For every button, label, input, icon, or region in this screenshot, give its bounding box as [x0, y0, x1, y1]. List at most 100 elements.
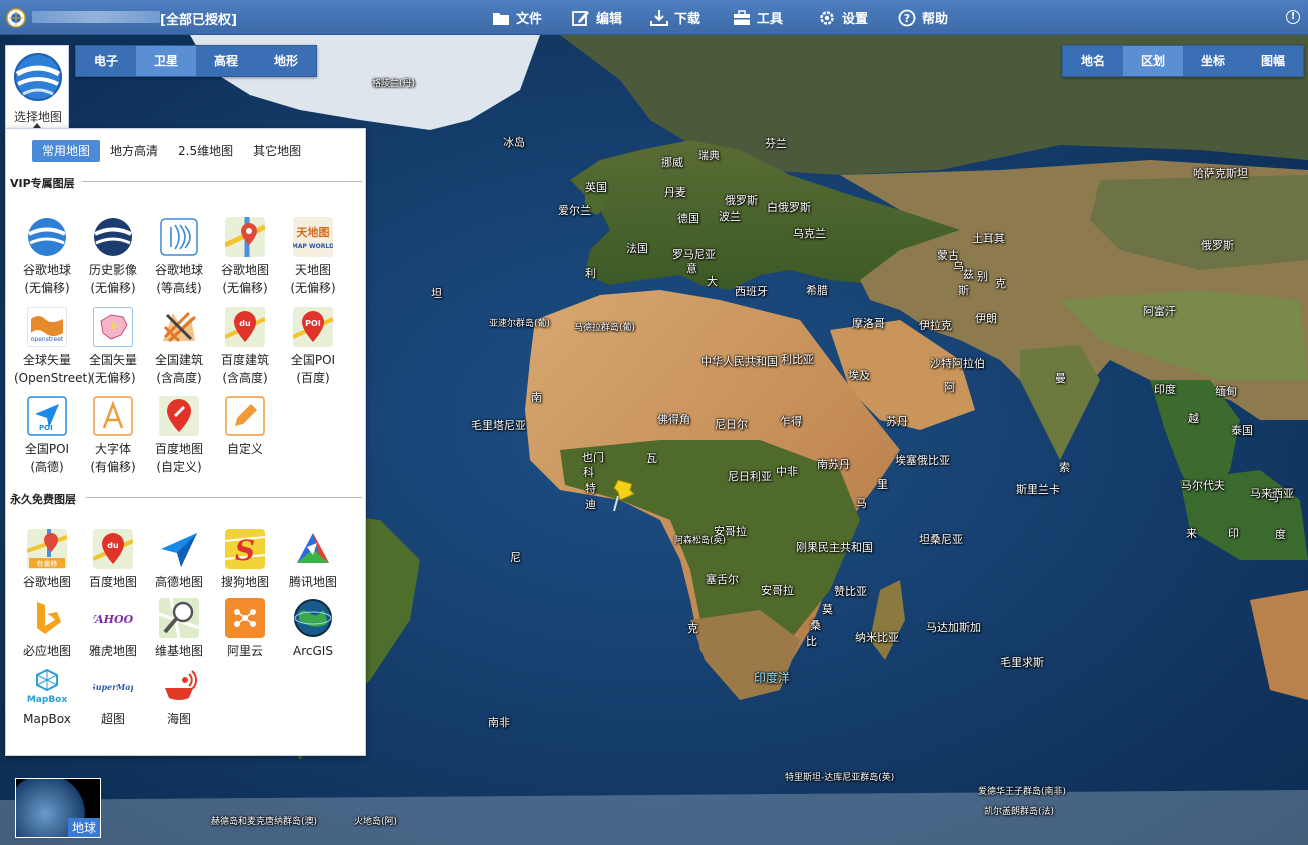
menu-help[interactable]: ? 帮助: [898, 0, 948, 35]
menu-download[interactable]: 下载: [650, 0, 700, 35]
tab-elevation[interactable]: 高程: [196, 46, 256, 76]
panel-tab-common[interactable]: 常用地图: [32, 140, 101, 162]
tab-electronic[interactable]: 电子: [76, 46, 136, 76]
baidu-map-icon: du: [93, 529, 133, 569]
layer-name: 百度地图: [154, 442, 203, 456]
menu-tools[interactable]: 工具: [733, 0, 783, 35]
map-pin-icon[interactable]: [612, 478, 636, 512]
layer-name: 谷歌地图: [22, 575, 71, 589]
map-place-label: 坦: [431, 287, 442, 300]
free-layer-wiki-map[interactable]: 维基地图: [146, 598, 212, 660]
free-layer-sogou-map[interactable]: S 搜狗地图: [212, 529, 278, 591]
vip-layer-history-imagery[interactable]: 历史影像 (无偏移): [80, 217, 146, 297]
vip-layer-building[interactable]: 全国建筑 (含高度): [146, 307, 212, 387]
map-place-label: 曼: [1055, 372, 1066, 385]
menu-tools-label: 工具: [757, 12, 784, 27]
menu-help-label: 帮助: [922, 12, 949, 27]
china-vector-icon: [93, 307, 133, 347]
layer-name: 阿里云: [226, 644, 263, 658]
tab-place-names[interactable]: 地名: [1063, 46, 1123, 76]
contour-icon: [159, 217, 199, 257]
free-layer-aliyun[interactable]: 阿里云: [212, 598, 278, 660]
free-layer-supermap[interactable]: SuperMap 超图: [80, 666, 146, 728]
aliyun-icon: [225, 598, 265, 638]
layer-note: (无偏移): [90, 281, 136, 295]
menu-edit[interactable]: 编辑: [572, 0, 622, 35]
openstreet-icon: openstreet: [27, 307, 67, 347]
free-layer-bing-map[interactable]: 必应地图: [14, 598, 80, 660]
select-map-button[interactable]: 选择地图: [5, 45, 69, 129]
vip-layer-poi-baidu[interactable]: POI 全国POI (百度): [280, 307, 346, 387]
panel-tab-2-5d[interactable]: 2.5维地图: [168, 140, 243, 162]
free-layer-arcgis[interactable]: ArcGIS: [280, 598, 346, 660]
free-layer-yahoo-map[interactable]: YAHOO! 雅虎地图: [80, 598, 146, 660]
tab-satellite[interactable]: 卫星: [136, 46, 196, 76]
vip-layer-contour[interactable]: 谷歌地球 (等高线): [146, 217, 212, 297]
layer-name: 海图: [166, 712, 191, 726]
map-place-label: 度: [1275, 528, 1286, 541]
vip-layer-google-maps[interactable]: 谷歌地图 (无偏移): [212, 217, 278, 297]
tab-terrain[interactable]: 地形: [256, 46, 316, 76]
map-place-label: 佛得角: [657, 413, 690, 426]
map-place-label: 波兰: [719, 210, 741, 223]
gear-icon: [820, 10, 834, 25]
vip-layer-tianditu[interactable]: 天地图 MAP WORLD 天地图 (无偏移): [280, 217, 346, 297]
vip-layer-baidu-custom[interactable]: 百度地图 (自定义): [146, 396, 212, 476]
layer-name: 雅虎地图: [88, 644, 137, 658]
map-place-label: 伊朗: [975, 312, 997, 325]
info-icon[interactable]: !: [1286, 10, 1300, 24]
svg-text:openstreet: openstreet: [31, 336, 64, 343]
map-place-label: 阿森松岛(英): [674, 536, 727, 546]
redacted-account-name: [32, 11, 160, 23]
free-layer-tencent-map[interactable]: 腾讯地图: [280, 529, 346, 591]
license-status: [全部已授权]: [160, 13, 237, 28]
toolbox-icon: [734, 9, 750, 25]
vip-layer-china-vector[interactable]: 全国矢量 (无偏移): [80, 307, 146, 387]
google-maps-icon: [225, 217, 265, 257]
map-place-label: 南非: [488, 716, 510, 729]
edit-icon: [572, 10, 589, 26]
tencent-map-icon: [293, 529, 333, 569]
map-place-label: 阿富汗: [1143, 305, 1176, 318]
vip-layer-poi-gaode[interactable]: POI 全国POI (高德): [14, 396, 80, 476]
app-logo-icon: [6, 8, 26, 28]
layer-name: 大字体: [94, 442, 131, 456]
map-place-label: 利: [585, 267, 596, 280]
top-menu-bar: [全部已授权] 文件 编辑 下载 工具 设置 ? 帮助 !: [0, 0, 1308, 35]
map-place-label: 别: [977, 270, 988, 283]
free-layer-gaode-map[interactable]: 高德地图: [146, 529, 212, 591]
globe-view-toggle[interactable]: 地球: [15, 778, 101, 838]
svg-text:?: ?: [904, 12, 910, 25]
map-place-label: 格陵兰(丹): [372, 79, 416, 89]
vip-layer-large-font[interactable]: 大字体 (有偏移): [80, 396, 146, 476]
menu-settings[interactable]: 设置: [818, 0, 868, 35]
map-place-label: 印度: [1154, 383, 1176, 396]
free-layer-mapbox[interactable]: MapBox MapBox: [14, 666, 80, 728]
layer-name: 高德地图: [154, 575, 203, 589]
free-layer-baidu-map[interactable]: du 百度地图: [80, 529, 146, 591]
tab-admin-boundaries[interactable]: 区划: [1123, 46, 1183, 76]
vip-layer-google-earth[interactable]: 谷歌地球 (无偏移): [14, 217, 80, 297]
free-layer-sea-chart[interactable]: 海图: [146, 666, 212, 728]
tab-coordinates[interactable]: 坐标: [1183, 46, 1243, 76]
layer-name: 必应地图: [22, 644, 71, 658]
bing-map-icon: [27, 598, 67, 638]
panel-tab-other[interactable]: 其它地图: [243, 140, 311, 162]
layer-name: 天地图: [294, 263, 331, 277]
map-place-label: 索: [1059, 461, 1070, 474]
svg-text:du: du: [239, 319, 251, 328]
map-place-label: 中华人民共和国: [701, 355, 778, 368]
map-place-label: 莫: [822, 603, 833, 616]
vip-layer-openstreet[interactable]: openstreet 全球矢量 (OpenStreet): [14, 307, 92, 387]
map-place-label: 阿: [944, 381, 955, 394]
baidu-building-icon: du: [225, 307, 265, 347]
menu-file[interactable]: 文件: [492, 0, 542, 35]
map-place-label: 马达加斯加: [926, 621, 981, 634]
panel-tab-local-hd[interactable]: 地方高清: [100, 140, 168, 162]
vip-layer-custom-edit[interactable]: 自定义: [212, 396, 278, 458]
vip-layer-baidu-building[interactable]: du 百度建筑 (含高度): [212, 307, 278, 387]
tab-map-sheets[interactable]: 图幅: [1243, 46, 1303, 76]
free-layer-google-maps-free[interactable]: 有偏移 谷歌地图: [14, 529, 80, 591]
map-place-label: 德国: [677, 212, 699, 225]
wiki-map-icon: [159, 598, 199, 638]
